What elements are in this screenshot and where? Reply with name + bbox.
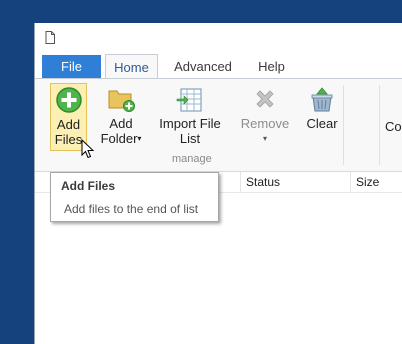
clear-button[interactable]: Clear	[304, 83, 340, 131]
partial-label: Co	[385, 119, 402, 134]
remove-icon	[256, 90, 274, 108]
chevron-down-icon: ▾	[137, 134, 142, 143]
add-folder-icon	[108, 90, 135, 112]
tab-help[interactable]: Help	[249, 54, 294, 79]
clear-label: Clear	[306, 116, 338, 131]
ribbon-tabs: File Home Advanced Help	[35, 54, 402, 79]
add-folder-button[interactable]: Add Folder▾	[99, 83, 143, 146]
import-label-2: List	[179, 131, 201, 146]
remove-label: Remove	[240, 116, 290, 131]
column-header-status[interactable]: Status	[240, 172, 350, 192]
title-bar	[35, 23, 402, 54]
group-label-manage: manage	[172, 153, 212, 165]
remove-button[interactable]: Remove ▾	[239, 83, 291, 146]
remove-dropdown-icon: ▾	[262, 134, 267, 143]
import-label-1: Import File	[159, 116, 221, 131]
tooltip-title: Add Files	[61, 179, 116, 193]
tab-home[interactable]: Home	[105, 54, 158, 79]
import-list-icon	[176, 88, 202, 112]
tab-advanced[interactable]: Advanced	[167, 54, 239, 79]
document-icon	[45, 31, 55, 44]
add-folder-label-1: Add	[109, 116, 133, 131]
ribbon-separator	[379, 85, 380, 165]
clear-icon	[311, 87, 333, 112]
column-header-size[interactable]: Size	[350, 172, 402, 192]
tooltip-description: Add files to the end of list	[64, 202, 199, 216]
partial-button[interactable]: Co	[385, 119, 402, 134]
add-files-label-1: Add	[56, 117, 81, 132]
add-files-icon	[55, 87, 82, 113]
tab-file[interactable]: File	[42, 55, 101, 78]
import-file-list-button[interactable]: Import File List	[155, 83, 225, 146]
add-folder-label-2: Folder▾	[100, 131, 142, 146]
mouse-cursor-icon	[81, 139, 95, 159]
ribbon-separator	[343, 85, 344, 165]
tooltip: Add Files Add files to the end of list	[50, 172, 219, 222]
